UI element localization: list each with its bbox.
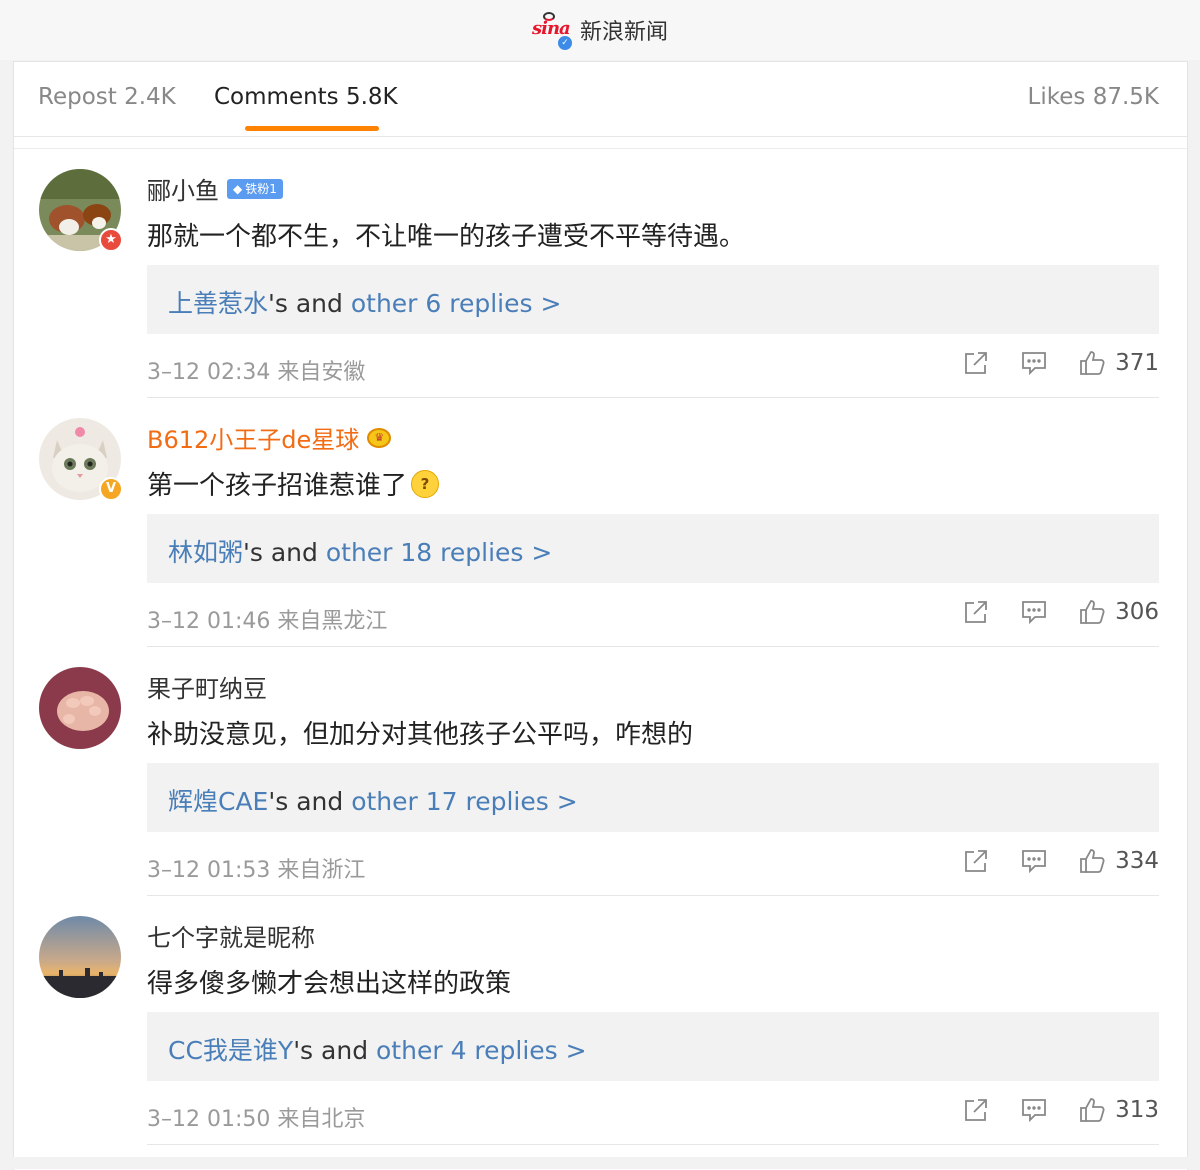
like-button[interactable]: 334 [1079,848,1159,874]
comment-username[interactable]: 郦小鱼 ◆ 铁粉1 [147,171,283,206]
avatar-image [39,916,121,998]
tab-bar: Repost 2.4K Comments 5.8K Likes 87.5K [14,62,1187,137]
more-replies-link[interactable]: other 18 replies > [326,538,552,567]
thumbs-up-icon [1080,351,1105,375]
replies-summary: 林如粥's and other 18 replies > [168,533,552,569]
comment-icon[interactable] [1021,848,1047,874]
avatar[interactable] [39,916,121,998]
divider [147,1144,1159,1145]
tab-comments[interactable]: Comments 5.8K [214,84,398,110]
username-text: 果子町纳豆 [147,675,267,703]
replies-summary: CC我是谁Y's and other 4 replies > [168,1031,587,1067]
comment-body: 补助没意见，但加分对其他孩子公平吗，咋想的 [147,720,694,750]
comment-actions: 334 [963,848,1159,874]
like-count: 313 [1115,1097,1159,1123]
comment-text: 得多傻多懒才会想出这样的政策 [147,963,511,1000]
replies-box[interactable]: 辉煌CAE's and other 17 replies > [147,763,1159,832]
comment-icon[interactable] [1021,1097,1047,1123]
more-replies-link[interactable]: other 4 replies > [376,1036,587,1065]
comment-body: 那就一个都不生，不让唯一的孩子遭受不平等待遇。 [147,222,746,252]
comment-meta: 3–12 01:50 来自北京 [147,1107,366,1132]
comment-text: 补助没意见，但加分对其他孩子公平吗，咋想的 [147,714,693,751]
comment-meta: 3–12 01:46 来自黑龙江 [147,609,388,634]
comment-icon[interactable] [1021,350,1047,376]
verified-icon: ✓ [555,34,574,52]
thumbs-up-icon [1080,1098,1105,1122]
more-replies-link[interactable]: other 17 replies > [351,787,577,816]
comment-item: V B612小王子de星球 ♛ 第一个孩子招谁惹谁了 ? 林如粥's and o… [14,398,1187,647]
sina-logo: sina ✓ [532,12,574,52]
like-button[interactable]: 306 [1079,599,1159,625]
avatar[interactable]: V [39,418,123,501]
verified-badge-icon: V [99,477,123,501]
like-count: 334 [1115,848,1159,874]
thumbs-up-icon [1080,600,1105,624]
comment-text: 那就一个都不生，不让唯一的孩子遭受不平等待遇。 [147,216,745,253]
vip-crown-icon: ♛ [367,427,392,448]
reply-username[interactable]: 上善惹水 [168,289,268,318]
comment-body: 第一个孩子招谁惹谁了 [147,471,408,501]
comment-actions: 306 [963,599,1159,625]
like-button[interactable]: 371 [1079,350,1159,376]
comment-username[interactable]: 果子町纳豆 [147,669,267,704]
share-icon[interactable] [963,848,989,874]
thumbs-up-icon [1080,849,1105,873]
top-bar: sina ✓ 新浪新闻 [0,0,1200,60]
share-icon[interactable] [963,599,989,625]
username-text: B612小王子de星球 [147,426,360,454]
comment-meta: 3–12 01:53 来自浙江 [147,858,366,883]
comment-username[interactable]: B612小王子de星球 ♛ [147,420,392,455]
tab-repost[interactable]: Repost 2.4K [38,84,176,110]
comment-item: 七个字就是昵称 得多傻多懒才会想出这样的政策 CC我是谁Y's and othe… [14,896,1187,1145]
account-name: 新浪新闻 [579,20,668,45]
reply-username[interactable]: CC我是谁Y [168,1036,293,1065]
avatar[interactable]: ★ [39,169,123,252]
bottom-strip [0,1157,1200,1169]
comment-item: ★ 郦小鱼 ◆ 铁粉1 那就一个都不生，不让唯一的孩子遭受不平等待遇。 上善惹水… [14,149,1187,398]
share-icon[interactable] [963,350,989,376]
tab-likes[interactable]: Likes 87.5K [1028,84,1159,110]
replies-summary: 上善惹水's and other 6 replies > [168,284,561,320]
share-icon[interactable] [963,1097,989,1123]
brand[interactable]: sina ✓ 新浪新闻 [532,12,668,52]
more-replies-link[interactable]: other 6 replies > [351,289,562,318]
reply-connector: 's and [268,289,351,318]
replies-box[interactable]: 上善惹水's and other 6 replies > [147,265,1159,334]
comments-panel: Repost 2.4K Comments 5.8K Likes 87.5K ★ [13,61,1188,1170]
verified-badge-icon: ★ [99,228,123,252]
reply-connector: 's and [268,787,352,816]
comment-body: 得多傻多懒才会想出这样的政策 [147,969,512,999]
comment-username[interactable]: 七个字就是昵称 [147,918,315,953]
comment-text: 第一个孩子招谁惹谁了 ? [147,465,440,502]
reply-connector: 's and [293,1036,377,1065]
thinking-face-emoji: ? [411,469,440,498]
like-count: 306 [1115,599,1159,625]
comment-meta: 3–12 02:34 来自安徽 [147,360,366,385]
active-tab-indicator [245,126,379,131]
fan-level-badge: ◆ 铁粉1 [227,178,283,199]
comment-actions: 313 [963,1097,1159,1123]
reply-username[interactable]: 林如粥 [168,538,243,567]
like-count: 371 [1115,350,1159,376]
reply-connector: 's and [243,538,326,567]
comment-item: 果子町纳豆 补助没意见，但加分对其他孩子公平吗，咋想的 辉煌CAE's and … [14,647,1187,896]
replies-box[interactable]: CC我是谁Y's and other 4 replies > [147,1012,1159,1081]
like-button[interactable]: 313 [1079,1097,1159,1123]
comment-actions: 371 [963,350,1159,376]
fan-level-text: 铁粉1 [245,181,277,196]
avatar[interactable] [39,667,121,749]
comment-icon[interactable] [1021,599,1047,625]
replies-summary: 辉煌CAE's and other 17 replies > [168,782,578,818]
diamond-icon: ◆ [233,181,243,196]
replies-box[interactable]: 林如粥's and other 18 replies > [147,514,1159,583]
username-text: 郦小鱼 [147,177,219,205]
avatar-image [39,667,121,749]
username-text: 七个字就是昵称 [147,924,315,952]
reply-username[interactable]: 辉煌CAE [168,787,268,816]
